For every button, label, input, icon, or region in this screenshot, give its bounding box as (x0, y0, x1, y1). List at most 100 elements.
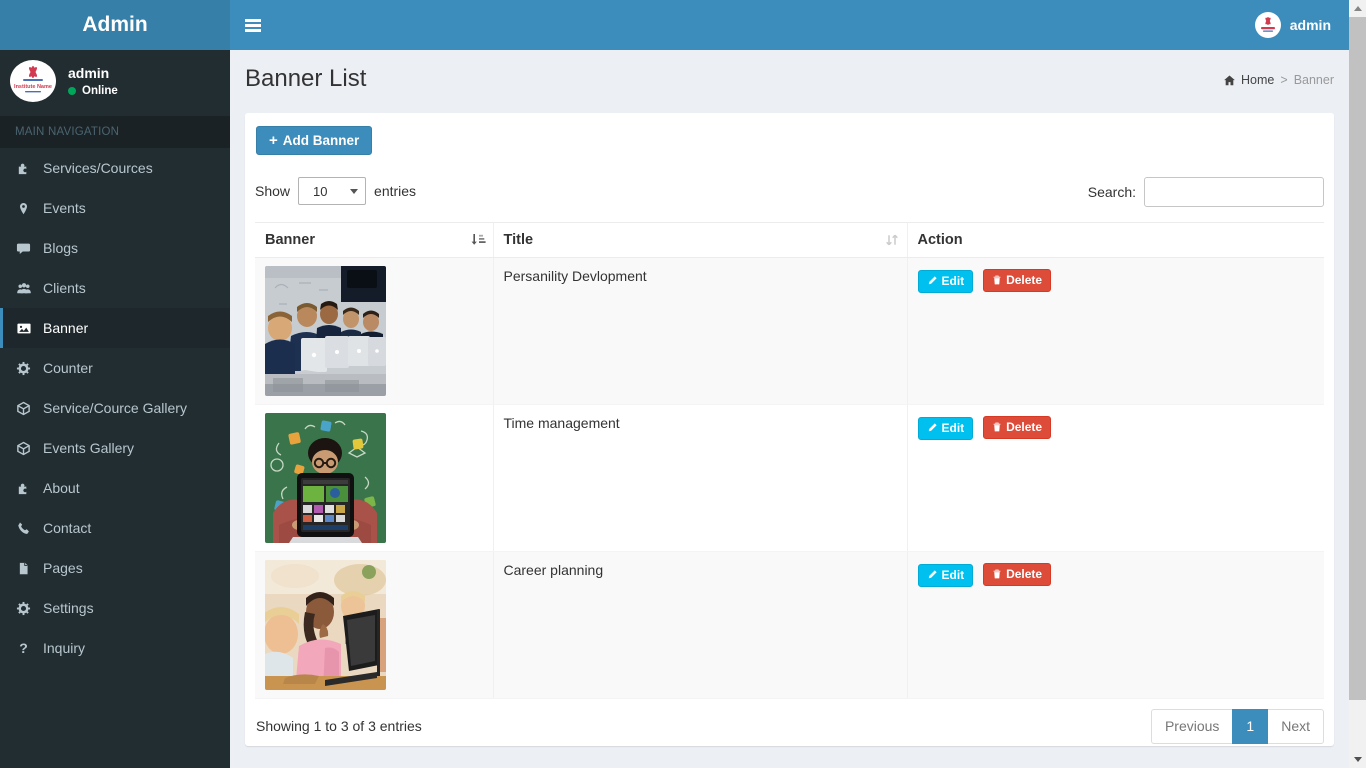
pagination-next[interactable]: Next (1267, 709, 1324, 744)
online-dot-icon (68, 87, 76, 95)
title-cell: Persanility Devlopment (492, 257, 907, 405)
navbar-user-menu[interactable]: admin (1247, 0, 1339, 50)
status-label: Online (82, 85, 118, 97)
sidebar-item-events-gallery[interactable]: Events Gallery (0, 428, 230, 468)
breadcrumb-home[interactable]: Home (1223, 73, 1274, 87)
sidebar-item-label: Services/Cources (43, 160, 153, 176)
add-banner-button[interactable]: + Add Banner (256, 126, 373, 155)
banner-image-boy-tablet-green-chalkboard (265, 413, 386, 543)
delete-button[interactable]: Delete (983, 269, 1052, 292)
pencil-icon (928, 570, 937, 579)
sidebar-item-contact[interactable]: Contact (0, 508, 230, 548)
scrollbar-thumb[interactable] (1349, 17, 1366, 700)
delete-label: Delete (1006, 567, 1043, 581)
sidebar-item-label: Inquiry (43, 640, 86, 656)
sidebar-item-label: Banner (43, 320, 89, 336)
institute-logo-icon (1260, 17, 1275, 32)
banner-image-kids-classroom-laptops (265, 266, 386, 396)
show-label: Show (255, 183, 291, 199)
sidebar-user-avatar: Institute Name (10, 60, 56, 102)
chevron-down-icon (350, 189, 359, 194)
trash-icon (993, 275, 1001, 285)
file-icon (15, 560, 32, 576)
sidebar-section-header: MAIN NAVIGATION (0, 116, 230, 148)
users-icon (15, 280, 32, 296)
scrollbar-up-button[interactable] (1349, 0, 1366, 17)
table-header-row: Banner Title Action (255, 222, 1324, 258)
banner-cell (255, 257, 493, 405)
gear-icon (15, 600, 32, 616)
home-icon (1224, 74, 1235, 85)
puzzle-icon (15, 160, 32, 176)
comment-icon (15, 240, 32, 256)
edit-button[interactable]: Edit (917, 269, 974, 293)
pencil-icon (928, 423, 937, 432)
action-cell: Edit Delete (906, 551, 1324, 699)
plus-icon: + (269, 132, 278, 149)
banner-cell (255, 551, 493, 699)
content-wrapper: Banner List Home > Banner + Add Banner S… (230, 50, 1349, 768)
sidebar-item-pages[interactable]: Pages (0, 548, 230, 588)
sidebar-item-events[interactable]: Events (0, 188, 230, 228)
edit-button[interactable]: Edit (917, 563, 974, 587)
sidebar-item-label: Pages (43, 560, 83, 576)
sidebar-item-service-cource-gallery[interactable]: Service/Cource Gallery (0, 388, 230, 428)
main-header: Admin admin (0, 0, 1349, 50)
title-cell: Time management (492, 404, 907, 552)
breadcrumb-home-label: Home (1241, 73, 1275, 87)
institute-logo-icon: Institute Name (14, 66, 52, 93)
pagination-page-1[interactable]: 1 (1232, 709, 1269, 744)
content-header: Banner List Home > Banner (230, 50, 1349, 98)
sidebar-item-label: Settings (43, 600, 94, 616)
sidebar-item-clients[interactable]: Clients (0, 268, 230, 308)
table-row: Time management Edit Delete (255, 404, 1324, 552)
sort-both-icon (884, 232, 900, 248)
vertical-scrollbar (1349, 0, 1366, 768)
scrollbar-down-button[interactable] (1349, 751, 1366, 768)
gear-icon (15, 360, 32, 376)
scroll-up-icon (1353, 6, 1362, 11)
sidebar-item-banner[interactable]: Banner (0, 308, 230, 348)
trash-icon (993, 569, 1001, 579)
breadcrumb: Home > Banner (1223, 73, 1334, 87)
action-cell: Edit Delete (906, 257, 1324, 405)
sidebar-item-services-cources[interactable]: Services/Cources (0, 148, 230, 188)
edit-label: Edit (941, 567, 965, 582)
sidebar-item-counter[interactable]: Counter (0, 348, 230, 388)
column-header-action[interactable]: Action (906, 222, 1324, 258)
add-banner-label: Add Banner (282, 133, 360, 148)
user-status[interactable]: Online (68, 85, 118, 97)
column-label: Banner (265, 232, 315, 248)
column-header-title[interactable]: Title (492, 222, 907, 258)
pagination-previous[interactable]: Previous (1150, 709, 1234, 744)
sidebar-item-label: Events (43, 200, 86, 216)
sidebar-item-settings[interactable]: Settings (0, 588, 230, 628)
top-navbar: admin (230, 0, 1349, 50)
sidebar-item-label: Service/Cource Gallery (43, 400, 187, 416)
sidebar-item-blogs[interactable]: Blogs (0, 228, 230, 268)
sidebar-item-label: Blogs (43, 240, 79, 256)
navbar-username: admin (1289, 17, 1331, 33)
table-footer: Showing 1 to 3 of 3 entries Previous 1 N… (255, 709, 1324, 753)
page-length-select[interactable]: 10 (298, 177, 367, 205)
search-input[interactable] (1144, 177, 1324, 207)
sidebar-item-about[interactable]: About (0, 468, 230, 508)
column-header-banner[interactable]: Banner (255, 222, 493, 258)
cube-icon (15, 400, 32, 416)
delete-label: Delete (1006, 420, 1043, 434)
banner-cell (255, 404, 493, 552)
edit-button[interactable]: Edit (917, 416, 974, 440)
delete-button[interactable]: Delete (983, 563, 1052, 586)
sidebar-toggle-button[interactable] (230, 0, 276, 50)
svg-text:Institute Name: Institute Name (14, 84, 52, 90)
cube-icon (15, 440, 32, 456)
sidebar-item-inquiry[interactable]: ? Inquiry (0, 628, 230, 668)
delete-button[interactable]: Delete (983, 416, 1052, 439)
brand-logo[interactable]: Admin (0, 0, 230, 50)
user-avatar (1254, 12, 1281, 38)
map-marker-icon (15, 200, 32, 216)
table-row: Persanility Devlopment Edit Delete (255, 257, 1324, 405)
sidebar-item-label: Events Gallery (43, 440, 135, 456)
delete-label: Delete (1006, 273, 1043, 287)
pagination: Previous 1 Next (1150, 709, 1324, 744)
